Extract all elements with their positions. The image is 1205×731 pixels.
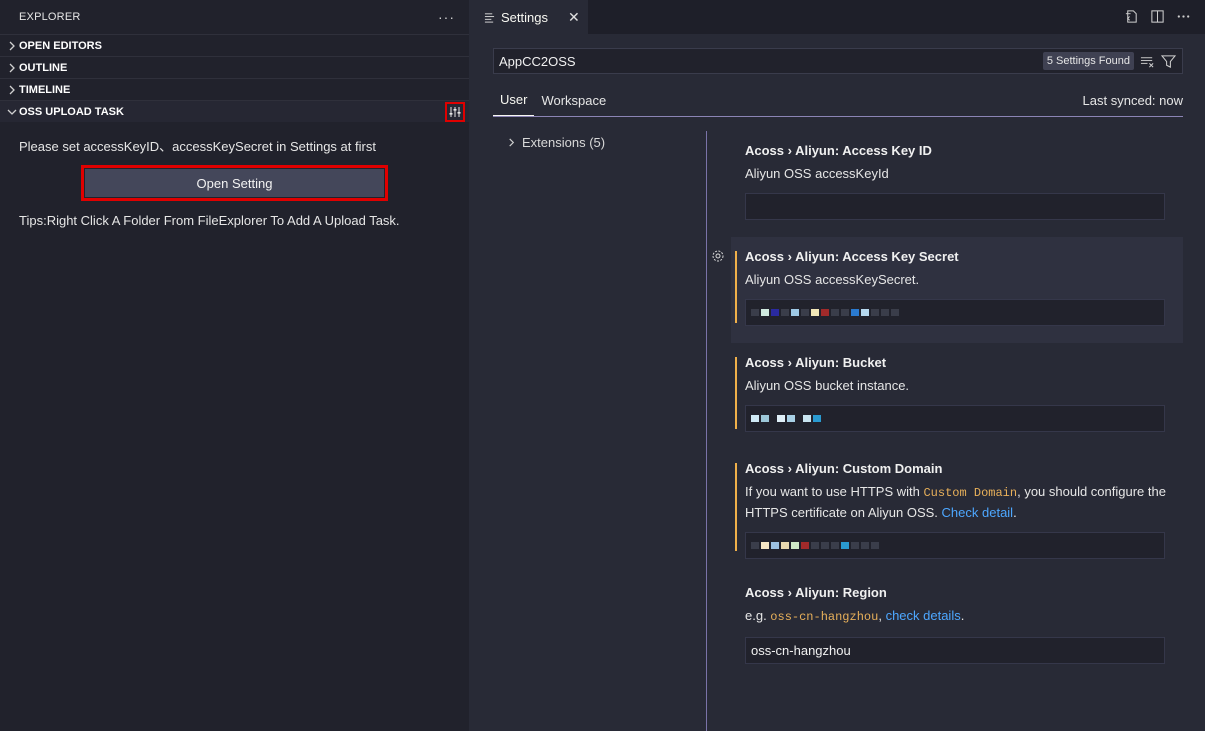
- desc-code: oss-cn-hangzhou: [770, 610, 879, 624]
- setting-category: Acoss › Aliyun:: [745, 585, 843, 600]
- setting-name: Access Key Secret: [842, 249, 959, 264]
- setting-description: Aliyun OSS accessKeyId: [745, 166, 889, 181]
- setting-description: Aliyun OSS accessKeySecret.: [745, 272, 920, 287]
- chevron-right-icon: [4, 41, 19, 51]
- desc-text: ,: [878, 608, 886, 623]
- section-label: OPEN EDITORS: [19, 39, 102, 52]
- settings-search-input[interactable]: [494, 53, 1043, 69]
- tab-workspace[interactable]: Workspace: [534, 84, 613, 116]
- chevron-right-icon: [509, 137, 515, 147]
- setting-name: Region: [842, 585, 887, 600]
- settings-list-icon: [484, 12, 496, 23]
- redacted-value: [751, 415, 821, 422]
- editor-area: Settings ✕ 5 Settings Found: [469, 0, 1205, 731]
- chevron-right-icon: [4, 63, 19, 73]
- setting-description: If you want to use HTTPS with Custom Dom…: [745, 482, 1175, 522]
- toc-item-extensions[interactable]: Extensions (5): [493, 130, 703, 154]
- section-label: TIMELINE: [19, 83, 71, 96]
- setting-custom-domain: Acoss › Aliyun: Custom Domain If you wan…: [731, 449, 1183, 573]
- setting-category: Acoss › Aliyun:: [745, 143, 843, 158]
- setting-title: Acoss › Aliyun: Custom Domain: [745, 461, 1183, 476]
- setting-description: e.g. oss-cn-hangzhou, check details.: [745, 606, 1175, 627]
- setting-access-key-secret: Acoss › Aliyun: Access Key Secret Aliyun…: [712, 237, 1183, 343]
- section-open-editors[interactable]: OPEN EDITORS: [0, 34, 469, 56]
- sidebar-title-bar: EXPLORER ···: [0, 0, 469, 34]
- desc-text: If you want to use HTTPS with: [745, 484, 924, 499]
- settings-search-box: 5 Settings Found: [493, 48, 1183, 74]
- setting-title: Acoss › Aliyun: Access Key ID: [745, 143, 1183, 158]
- setting-category: Acoss › Aliyun:: [745, 461, 843, 476]
- modified-indicator: [735, 357, 737, 429]
- clear-filter-icon[interactable]: [1140, 54, 1155, 69]
- setting-region: Acoss › Aliyun: Region e.g. oss-cn-hangz…: [731, 573, 1183, 679]
- more-actions-icon[interactable]: [1175, 8, 1191, 24]
- setting-name: Custom Domain: [842, 461, 943, 476]
- setting-title: Acoss › Aliyun: Access Key Secret: [745, 249, 1183, 264]
- tab-settings[interactable]: Settings ✕: [469, 0, 588, 34]
- last-synced-status: Last synced: now: [1082, 92, 1183, 108]
- open-json-icon[interactable]: [1123, 8, 1139, 24]
- more-actions-icon[interactable]: ···: [438, 9, 455, 25]
- check-detail-link[interactable]: Check detail: [942, 505, 1014, 520]
- region-field[interactable]: [745, 637, 1165, 664]
- close-icon[interactable]: ✕: [568, 9, 580, 26]
- settings-found-badge: 5 Settings Found: [1042, 52, 1134, 70]
- oss-upload-task-panel: Please set accessKeyID、accessKeySecret i…: [0, 136, 469, 228]
- setting-access-key-id: Acoss › Aliyun: Access Key ID Aliyun OSS…: [731, 131, 1183, 237]
- open-setting-button[interactable]: Open Setting: [85, 169, 384, 197]
- open-setting-highlight: Open Setting: [81, 165, 388, 201]
- setting-bucket: Acoss › Aliyun: Bucket Aliyun OSS bucket…: [731, 343, 1183, 449]
- chevron-right-icon: [4, 85, 19, 95]
- setting-name: Access Key ID: [842, 143, 932, 158]
- tab-bar: Settings ✕: [469, 0, 1205, 34]
- setting-title: Acoss › Aliyun: Bucket: [745, 355, 1183, 370]
- gear-icon[interactable]: [711, 249, 725, 263]
- filter-icon[interactable]: [1161, 54, 1176, 69]
- access-key-id-input[interactable]: [751, 199, 1164, 214]
- tab-label: Settings: [501, 9, 548, 25]
- desc-text: .: [960, 608, 965, 623]
- split-editor-icon[interactable]: [1149, 8, 1165, 24]
- oss-message: Please set accessKeyID、accessKeySecret i…: [19, 139, 376, 154]
- custom-domain-field[interactable]: [745, 532, 1165, 559]
- section-label: OSS UPLOAD TASK: [19, 105, 124, 118]
- section-label: OUTLINE: [19, 61, 68, 74]
- editor-actions: [1123, 8, 1191, 24]
- setting-title: Acoss › Aliyun: Region: [745, 585, 1183, 600]
- setting-name: Bucket: [842, 355, 887, 370]
- redacted-value: [751, 309, 899, 316]
- section-oss-upload-task[interactable]: OSS UPLOAD TASK: [0, 100, 469, 122]
- chevron-down-icon: [4, 107, 19, 117]
- access-key-id-field[interactable]: [745, 193, 1165, 220]
- region-input[interactable]: [751, 643, 1164, 658]
- setting-category: Acoss › Aliyun:: [745, 249, 843, 264]
- setting-description: Aliyun OSS bucket instance.: [745, 378, 910, 393]
- desc-code: Custom Domain: [923, 486, 1018, 500]
- setting-category: Acoss › Aliyun:: [745, 355, 843, 370]
- desc-text: .: [1013, 505, 1017, 520]
- explorer-sidebar: EXPLORER ··· OPEN EDITORS OUTLINE TIMELI…: [0, 0, 469, 731]
- settings-sliders-icon[interactable]: [445, 102, 465, 122]
- desc-text: e.g.: [745, 608, 771, 623]
- section-timeline[interactable]: TIMELINE: [0, 78, 469, 100]
- toc-item-label: Extensions (5): [522, 134, 606, 150]
- redacted-value: [751, 542, 879, 549]
- bucket-field[interactable]: [745, 405, 1165, 432]
- settings-list: Acoss › Aliyun: Access Key ID Aliyun OSS…: [712, 131, 1183, 679]
- check-details-link[interactable]: check details: [886, 608, 961, 623]
- oss-tip: Tips:Right Click A Folder From FileExplo…: [19, 213, 400, 228]
- modified-indicator: [735, 251, 737, 323]
- access-key-secret-field[interactable]: [745, 299, 1165, 326]
- modified-indicator: [735, 463, 737, 551]
- search-actions: [1140, 54, 1176, 69]
- settings-scope-tabs: User Workspace Last synced: now: [493, 84, 1183, 117]
- section-outline[interactable]: OUTLINE: [0, 56, 469, 78]
- tab-user[interactable]: User: [493, 84, 535, 116]
- toc-divider: [706, 131, 707, 731]
- sidebar-title: EXPLORER: [19, 11, 81, 23]
- settings-toc: Extensions (5): [493, 130, 703, 154]
